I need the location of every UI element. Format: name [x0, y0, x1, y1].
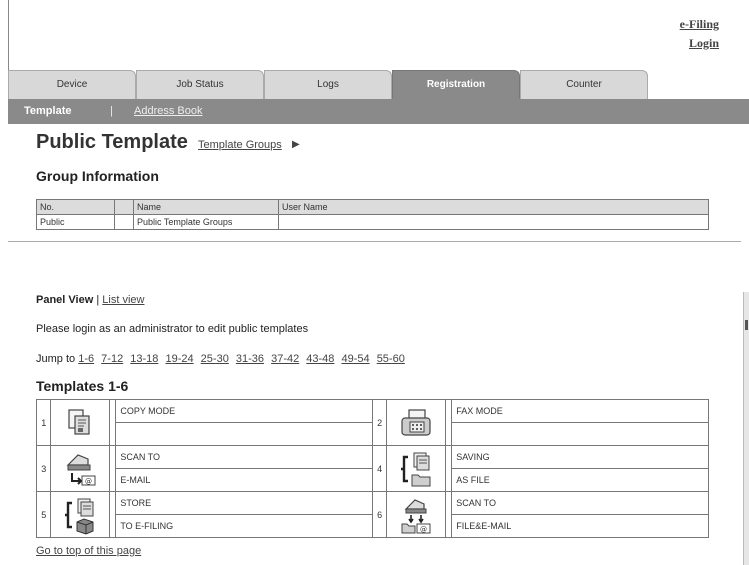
- sub-navigation: Template | Address Book: [8, 99, 749, 124]
- subnav-separator: |: [110, 105, 113, 117]
- divider: [8, 241, 741, 242]
- list-view-link[interactable]: List view: [102, 294, 144, 306]
- store-to-efiling-icon[interactable]: [50, 491, 111, 538]
- header-cell: User Name: [278, 199, 709, 215]
- jump-label: Jump to: [36, 353, 76, 365]
- template-number: 2: [371, 399, 388, 446]
- group-info-title: Group Information: [36, 168, 159, 184]
- jump-link-55-60[interactable]: 55-60: [377, 353, 405, 365]
- template-number: 1: [35, 399, 52, 446]
- efiling-link[interactable]: e-Filing: [680, 15, 719, 34]
- template-name-line1[interactable]: STORE: [115, 491, 373, 515]
- template-name-line1[interactable]: SCAN TO: [451, 491, 709, 515]
- jump-link-31-36[interactable]: 31-36: [236, 353, 264, 365]
- template-row: 1 COPY MODE 2 FAX MODE: [35, 399, 709, 446]
- jump-link-49-54[interactable]: 49-54: [341, 353, 369, 365]
- copy-icon[interactable]: [50, 399, 111, 446]
- view-separator: |: [96, 294, 100, 306]
- template-name-line2[interactable]: AS FILE: [451, 468, 709, 492]
- table-row[interactable]: Public Public Template Groups: [36, 214, 709, 230]
- template-name-line2[interactable]: E-MAIL: [115, 468, 373, 492]
- table-cell: Public: [36, 214, 115, 230]
- template-row: 5 STORE 6 @ SCAN TO: [35, 491, 709, 538]
- svg-text:@: @: [420, 525, 427, 533]
- template-name-line2[interactable]: FILE&E-MAIL: [451, 514, 709, 538]
- main-tabs: Device Job Status Logs Registration Coun…: [8, 70, 749, 99]
- scan-to-file-email-icon[interactable]: @: [386, 491, 447, 538]
- table-cell: [278, 214, 709, 230]
- header-cell: Name: [133, 199, 279, 215]
- panel-view-label: Panel View: [36, 294, 94, 306]
- top-links: e-Filing Login: [680, 15, 719, 53]
- table-cell: [114, 214, 134, 230]
- template-name-line2[interactable]: TO E-FILING: [115, 514, 373, 538]
- jump-link-37-42[interactable]: 37-42: [271, 353, 299, 365]
- tab-job-status[interactable]: Job Status: [136, 70, 264, 99]
- fax-icon[interactable]: [386, 399, 447, 446]
- login-link[interactable]: Login: [680, 34, 719, 53]
- subnav-template[interactable]: Template: [24, 105, 71, 117]
- subnav-address-book-link[interactable]: Address Book: [134, 105, 202, 117]
- scrollbar[interactable]: [743, 292, 749, 565]
- header-cell: [114, 199, 134, 215]
- header-cell: No.: [36, 199, 115, 215]
- jump-link-19-24[interactable]: 19-24: [165, 353, 193, 365]
- jump-link-43-48[interactable]: 43-48: [306, 353, 334, 365]
- arrow-right-icon: ▶: [292, 139, 300, 150]
- scrollbar-thumb[interactable]: [745, 320, 748, 330]
- template-name-line1[interactable]: SCAN TO: [115, 445, 373, 469]
- tab-device[interactable]: Device: [8, 70, 136, 99]
- go-to-top-link[interactable]: Go to top of this page: [36, 545, 141, 557]
- scan-to-email-icon[interactable]: @: [50, 445, 111, 492]
- template-name-line2[interactable]: [115, 422, 373, 446]
- template-number: 3: [35, 445, 52, 492]
- save-as-file-icon[interactable]: [386, 445, 447, 492]
- login-note: Please login as an administrator to edit…: [36, 323, 309, 335]
- template-name-line1[interactable]: FAX MODE: [451, 399, 709, 423]
- template-number: 6: [371, 491, 388, 538]
- svg-text:@: @: [85, 477, 92, 485]
- jump-link-25-30[interactable]: 25-30: [201, 353, 229, 365]
- jump-link-7-12[interactable]: 7-12: [101, 353, 123, 365]
- tab-logs[interactable]: Logs: [264, 70, 392, 99]
- table-header-row: No. Name User Name: [36, 199, 709, 215]
- group-info-table: No. Name User Name Public Public Templat…: [36, 199, 709, 230]
- template-groups-link[interactable]: Template Groups: [198, 139, 282, 151]
- tab-counter[interactable]: Counter: [520, 70, 648, 99]
- template-number: 4: [371, 445, 388, 492]
- template-name-line1[interactable]: SAVING: [451, 445, 709, 469]
- table-cell: Public Template Groups: [133, 214, 279, 230]
- template-number: 5: [35, 491, 52, 538]
- tab-registration[interactable]: Registration: [392, 70, 520, 99]
- template-row: 3 @ SCAN TO 4 SAVING: [35, 445, 709, 492]
- jump-link-1-6[interactable]: 1-6: [78, 353, 94, 365]
- templates-title: Templates 1-6: [36, 378, 129, 394]
- jump-to-bar: Jump to 1-6 7-12 13-18 19-24 25-30 31-36…: [36, 353, 409, 365]
- page-title: Public Template: [36, 131, 188, 153]
- template-name-line2[interactable]: [451, 422, 709, 446]
- templates-table: 1 COPY MODE 2 FAX MODE 3 @ SCAN TO 4 SAV…: [35, 399, 709, 538]
- view-switcher: Panel View | List view: [36, 294, 144, 306]
- template-name-line1[interactable]: COPY MODE: [115, 399, 373, 423]
- jump-link-13-18[interactable]: 13-18: [130, 353, 158, 365]
